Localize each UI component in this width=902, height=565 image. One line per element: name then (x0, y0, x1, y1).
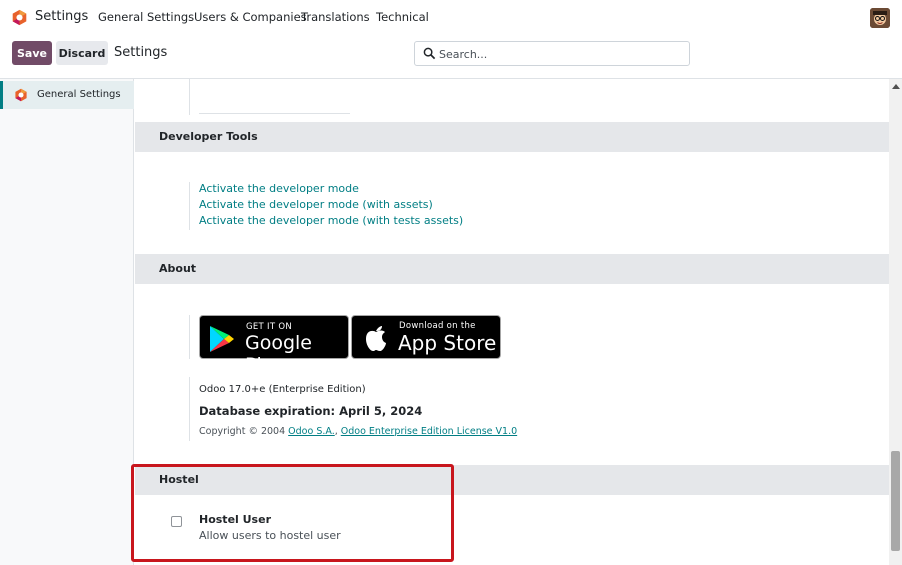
sidebar-item-label: General Settings (37, 89, 121, 100)
menu-general-settings[interactable]: General Settings (98, 10, 194, 24)
hostel-user-checkbox[interactable] (171, 516, 182, 527)
app-store-small-text: Download on the (399, 321, 476, 331)
app-store-badge[interactable]: Download on the App Store (351, 315, 501, 359)
setting-divider (189, 79, 190, 115)
section-title: Hostel (159, 473, 199, 486)
settings-app-icon[interactable] (11, 9, 28, 26)
database-expiration: Database expiration: April 5, 2024 (199, 404, 423, 418)
save-button[interactable]: Save (12, 41, 52, 65)
section-title: About (159, 262, 197, 275)
user-avatar[interactable] (870, 8, 890, 28)
license-link[interactable]: Odoo Enterprise Edition License V1.0 (341, 426, 517, 437)
search-input[interactable] (439, 45, 679, 63)
scrollbar[interactable] (889, 79, 902, 565)
search-box[interactable] (414, 41, 690, 66)
section-header-about: About (135, 254, 890, 284)
general-settings-icon (15, 88, 27, 102)
setting-divider (189, 315, 190, 359)
divider-line (199, 113, 350, 114)
activate-developer-mode-assets-link[interactable]: Activate the developer mode (with assets… (199, 198, 433, 211)
copyright-prefix: Copyright © 2004 (199, 426, 286, 437)
sidebar-item-general-settings[interactable]: General Settings (0, 81, 134, 109)
settings-sidebar: General Settings (0, 79, 134, 565)
activate-developer-mode-link[interactable]: Activate the developer mode (199, 182, 359, 195)
menu-technical[interactable]: Technical (376, 10, 429, 24)
hostel-user-description: Allow users to hostel user (199, 529, 341, 542)
setting-divider (189, 182, 190, 230)
section-header-hostel: Hostel (135, 465, 890, 495)
odoo-sa-link[interactable]: Odoo S.A. (288, 426, 335, 437)
google-play-small-text: GET IT ON (246, 322, 293, 332)
section-header-developer-tools: Developer Tools (135, 122, 890, 152)
google-play-big-text: Google Play (245, 332, 313, 376)
google-play-icon (210, 326, 234, 352)
app-store-big-text: App Store (398, 331, 497, 355)
activate-developer-mode-tests-link[interactable]: Activate the developer mode (with tests … (199, 214, 463, 227)
page-title: Settings (114, 45, 168, 60)
app-name[interactable]: Settings (35, 9, 88, 24)
copyright-line: Copyright © 2004 Odoo S.A., Odoo Enterpr… (199, 426, 518, 437)
menu-users-companies[interactable]: Users & Companies (194, 10, 307, 24)
scrollbar-thumb[interactable] (891, 451, 900, 551)
scroll-up-arrow-icon[interactable] (892, 84, 900, 89)
settings-content: Developer Tools Activate the developer m… (135, 79, 890, 565)
google-play-badge[interactable]: GET IT ON Google Play (199, 315, 349, 376)
top-navbar: Settings General Settings Users & Compan… (0, 0, 902, 34)
version-info: Odoo 17.0+e (Enterprise Edition) (199, 384, 366, 395)
search-icon (423, 47, 436, 60)
setting-divider (189, 377, 190, 441)
menu-translations[interactable]: Translations (301, 10, 370, 24)
discard-button[interactable]: Discard (56, 41, 108, 65)
apple-icon (366, 326, 386, 351)
hostel-user-title: Hostel User (199, 513, 271, 526)
section-title: Developer Tools (159, 130, 258, 143)
control-panel: Save Discard Settings (0, 34, 902, 79)
avatar-icon (870, 8, 890, 28)
